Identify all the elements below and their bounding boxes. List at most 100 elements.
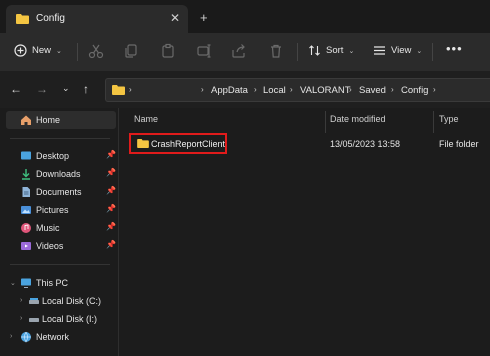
sidebar-item-downloads[interactable]: Downloads 📌 [6, 165, 116, 183]
chevron-down-icon: ⌄ [348, 47, 355, 55]
sidebar-item-label: Pictures [36, 205, 69, 215]
up-arrow-icon[interactable]: ↑ [83, 82, 89, 96]
tab-title: Config [36, 13, 65, 24]
videos-icon [21, 242, 31, 250]
pin-icon: 📌 [106, 168, 116, 177]
sidebar-item-label: Network [36, 332, 70, 342]
view-button[interactable]: View ⌄ [373, 44, 422, 57]
column-divider[interactable] [433, 111, 434, 133]
home-icon [21, 115, 31, 125]
sidebar-item-label: Home [36, 115, 61, 125]
folder-icon [112, 85, 125, 95]
sidebar-item-home[interactable]: Home [6, 111, 116, 129]
music-icon [21, 223, 31, 233]
file-list: Name Date modified Type 13/05/2023 13:58… [120, 108, 490, 356]
pin-icon: 📌 [106, 150, 116, 159]
address-bar[interactable]: › › AppData › Local › VALORANT › Saved ›… [105, 78, 490, 102]
breadcrumb-chevron-icon[interactable]: › [433, 85, 436, 94]
paste-icon[interactable] [160, 43, 176, 59]
breadcrumb-valorant[interactable]: VALORANT [300, 85, 351, 96]
delete-icon[interactable] [268, 43, 284, 59]
new-tab-button[interactable]: + [200, 10, 208, 25]
column-divider[interactable] [325, 111, 326, 133]
breadcrumb-chevron-icon[interactable]: › [254, 85, 257, 94]
tab-config[interactable]: Config ✕ [6, 5, 188, 33]
folder-icon [137, 139, 149, 148]
breadcrumb-chevron-icon[interactable]: › [290, 85, 293, 94]
pin-icon: 📌 [106, 204, 116, 213]
divider [297, 43, 298, 61]
sidebar-item-videos[interactable]: Videos 📌 [6, 237, 116, 255]
breadcrumb-chevron-icon[interactable]: › [349, 85, 352, 94]
new-label: New [32, 45, 52, 56]
desktop-icon [21, 151, 31, 160]
sidebar-item-this-pc[interactable]: This PC [6, 274, 116, 292]
drive-icon [29, 298, 39, 304]
sidebar-item-label: Local Disk (C:) [42, 296, 102, 306]
chevron-down-icon: ⌄ [56, 47, 62, 55]
column-header-type[interactable]: Type [439, 114, 459, 124]
sidebar-item-music[interactable]: Music 📌 [6, 219, 116, 237]
sidebar-item-pictures[interactable]: Pictures 📌 [6, 201, 116, 219]
downloads-icon [22, 169, 30, 180]
sidebar-item-label: Documents [36, 187, 82, 197]
rename-icon[interactable] [196, 43, 212, 59]
sidebar-item-documents[interactable]: Documents 📌 [6, 183, 116, 201]
sidebar-item-desktop[interactable]: Desktop 📌 [6, 147, 116, 165]
pin-icon: 📌 [106, 186, 116, 195]
sort-label: Sort [326, 45, 344, 56]
back-arrow-icon[interactable]: ← [10, 82, 22, 96]
sidebar-item-label: Downloads [36, 169, 81, 179]
sidebar-item-label: Local Disk (I:) [42, 314, 98, 324]
chevron-down-icon: ⌄ [416, 47, 423, 55]
column-header-date-modified[interactable]: Date modified [330, 114, 386, 124]
view-list-icon [374, 46, 385, 55]
pin-icon: 📌 [106, 222, 116, 231]
close-tab-icon[interactable]: ✕ [170, 11, 180, 25]
highlighted-folder-item[interactable]: CrashReportClient [129, 133, 227, 154]
breadcrumb-chevron-icon[interactable]: › [391, 85, 394, 94]
breadcrumb-chevron-icon[interactable]: › [201, 85, 204, 94]
date-modified-cell: 13/05/2023 13:58 [330, 139, 401, 149]
sidebar-item-local-disk-c[interactable]: Local Disk (C:) [6, 292, 116, 310]
view-label: View [391, 45, 412, 56]
divider [10, 264, 110, 265]
divider [432, 43, 433, 61]
divider [10, 138, 110, 139]
cut-icon[interactable] [88, 43, 104, 59]
breadcrumb-local[interactable]: Local [263, 85, 286, 96]
share-icon[interactable] [231, 43, 247, 59]
sidebar-item-network[interactable]: Network [6, 328, 116, 346]
sidebar-item-label: Videos [36, 241, 64, 251]
sidebar-item-label: Desktop [36, 151, 70, 161]
recent-locations-chevron-icon[interactable]: ⌄ [62, 83, 70, 94]
sidebar-item-label: This PC [36, 278, 69, 288]
folder-icon [16, 14, 29, 24]
network-icon [21, 331, 31, 343]
drive-icon [29, 318, 39, 322]
pin-icon: 📌 [106, 240, 116, 249]
more-options-icon[interactable]: ••• [446, 41, 463, 56]
type-cell: File folder [439, 139, 479, 149]
sort-icon [309, 45, 320, 56]
command-bar: New ⌄ Sort ⌄ View ⌄ ••• [0, 33, 490, 71]
copy-icon[interactable] [123, 43, 139, 59]
file-name: CrashReportClient [151, 139, 226, 149]
breadcrumb-config[interactable]: Config [401, 85, 428, 96]
breadcrumb-chevron-icon[interactable]: › [129, 85, 132, 94]
divider [77, 43, 78, 61]
breadcrumb-saved[interactable]: Saved [359, 85, 386, 96]
navigation-pane: › Home Desktop 📌 Downloads 📌 Documents 📌 [0, 108, 119, 356]
new-button[interactable]: New ⌄ [14, 44, 62, 57]
breadcrumb-appdata[interactable]: AppData [211, 85, 248, 96]
column-header-name[interactable]: Name [134, 114, 158, 124]
pictures-icon [21, 206, 31, 214]
sort-button[interactable]: Sort ⌄ [308, 44, 354, 57]
navigation-bar: ← → ⌄ ↑ › › AppData › Local › VALORANT ›… [0, 71, 490, 108]
sidebar-item-label: Music [36, 223, 60, 233]
title-bar: Config ✕ + [0, 0, 490, 33]
forward-arrow-icon[interactable]: → [36, 82, 48, 96]
documents-icon [22, 187, 30, 197]
sidebar-item-local-disk-i[interactable]: Local Disk (I:) [6, 310, 116, 328]
plus-circle-icon [14, 44, 27, 57]
